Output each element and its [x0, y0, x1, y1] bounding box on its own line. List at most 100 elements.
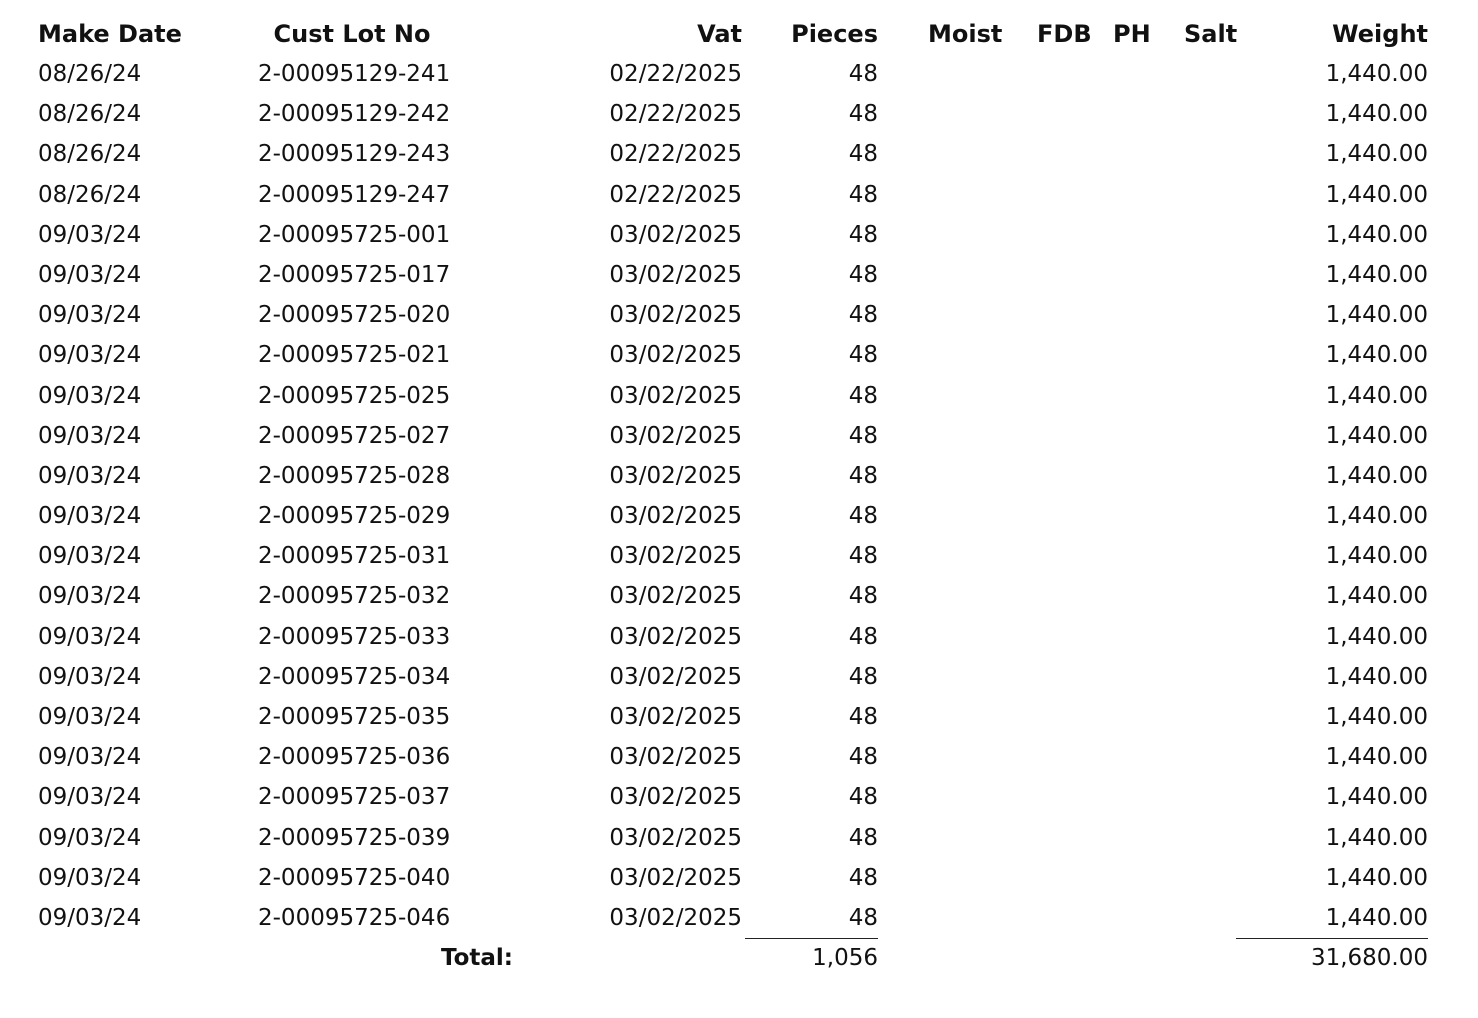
cell-pieces: 48 — [848, 864, 878, 891]
table-row: 09/03/24 2-00095725-039 03/02/2025 48 1,440.… — [0, 820, 1478, 860]
cell-weight: 1,440.00 — [1325, 302, 1428, 329]
cell-pieces: 48 — [848, 342, 878, 369]
cell-cust-lot-no: 2-00095725-037 — [258, 784, 451, 811]
table-row: 09/03/24 2-00095725-025 03/02/2025 48 1,440.… — [0, 378, 1478, 418]
cell-pieces: 48 — [848, 302, 878, 329]
cell-pieces: 48 — [848, 824, 878, 851]
cell-vat: 03/02/2025 — [609, 221, 742, 248]
cell-cust-lot-no: 2-00095725-039 — [258, 824, 451, 851]
cell-make-date: 09/03/24 — [38, 302, 142, 329]
cell-make-date: 09/03/24 — [38, 904, 142, 931]
cell-cust-lot-no: 2-00095129-241 — [258, 61, 451, 87]
column-header-weight: Weight — [1332, 20, 1428, 48]
cell-vat: 03/02/2025 — [609, 302, 742, 329]
cell-pieces: 48 — [848, 543, 878, 570]
cell-pieces: 48 — [848, 101, 878, 128]
table-row: 08/26/24 2-00095129-247 02/22/2025 48 1,440.… — [0, 177, 1478, 217]
column-header-salt: Salt — [1184, 20, 1238, 48]
table-row: 09/03/24 2-00095725-034 03/02/2025 48 1,440.… — [0, 659, 1478, 699]
cell-make-date: 09/03/24 — [38, 744, 142, 771]
cell-weight: 1,440.00 — [1325, 101, 1428, 128]
cell-vat: 03/02/2025 — [609, 904, 742, 931]
cell-cust-lot-no: 2-00095725-025 — [258, 382, 451, 409]
cell-make-date: 09/03/24 — [38, 422, 142, 449]
cell-make-date: 09/03/24 — [38, 503, 142, 530]
table-row: 09/03/24 2-00095725-020 03/02/2025 48 1,440.… — [0, 297, 1478, 337]
cell-vat: 02/22/2025 — [609, 141, 742, 168]
table-row: 08/26/24 2-00095129-243 02/22/2025 48 1,440.… — [0, 136, 1478, 176]
table-row: 09/03/24 2-00095725-037 03/02/2025 48 1,440.… — [0, 779, 1478, 819]
cell-vat: 03/02/2025 — [609, 503, 742, 530]
cell-make-date: 09/03/24 — [38, 583, 142, 610]
cell-weight: 1,440.00 — [1325, 904, 1428, 931]
cell-cust-lot-no: 2-00095725-033 — [258, 623, 451, 650]
cell-vat: 02/22/2025 — [609, 181, 742, 208]
cell-cust-lot-no: 2-00095725-001 — [258, 221, 451, 248]
total-pieces: 1,056 — [812, 945, 878, 971]
table-row: 08/26/24 2-00095129-242 02/22/2025 48 1,440.… — [0, 96, 1478, 136]
cell-weight: 1,440.00 — [1325, 181, 1428, 208]
cell-make-date: 08/26/24 — [38, 101, 142, 128]
cell-vat: 03/02/2025 — [609, 744, 742, 771]
table-header: Make Date Cust Lot No Vat Pieces Moist F… — [0, 16, 1478, 52]
cell-pieces: 48 — [848, 623, 878, 650]
table-row: 09/03/24 2-00095725-017 03/02/2025 48 1,440.… — [0, 257, 1478, 297]
column-header-make-date: Make Date — [38, 20, 182, 48]
cell-cust-lot-no: 2-00095725-020 — [258, 302, 451, 329]
column-header-moist: Moist — [928, 20, 1003, 48]
totals-label: Total: — [440, 945, 513, 971]
cell-make-date: 08/26/24 — [38, 141, 142, 168]
cell-vat: 03/02/2025 — [609, 824, 742, 851]
cell-vat: 03/02/2025 — [609, 864, 742, 891]
table-row: 08/26/24 2-00095129-241 02/22/2025 48 1,440.… — [0, 56, 1478, 96]
cell-pieces: 48 — [848, 221, 878, 248]
column-header-ph: PH — [1113, 20, 1151, 48]
cell-cust-lot-no: 2-00095725-027 — [258, 422, 451, 449]
cell-pieces: 48 — [848, 181, 878, 208]
cell-pieces: 48 — [848, 261, 878, 288]
cell-weight: 1,440.00 — [1325, 503, 1428, 530]
cell-vat: 03/02/2025 — [609, 342, 742, 369]
totals-row: Total: 1,056 31,680.00 — [0, 940, 1478, 978]
cell-cust-lot-no: 2-00095129-243 — [258, 141, 451, 168]
cell-cust-lot-no: 2-00095725-021 — [258, 342, 451, 369]
cell-pieces: 48 — [848, 503, 878, 530]
cell-pieces: 48 — [848, 583, 878, 610]
table-row: 09/03/24 2-00095725-040 03/02/2025 48 1,440.… — [0, 860, 1478, 900]
cell-cust-lot-no: 2-00095725-034 — [258, 663, 451, 690]
cell-cust-lot-no: 2-00095725-040 — [258, 864, 451, 891]
pieces-total-divider — [745, 938, 878, 939]
table-row: 09/03/24 2-00095725-027 03/02/2025 48 1,440.… — [0, 418, 1478, 458]
cell-vat: 03/02/2025 — [609, 543, 742, 570]
cell-pieces: 48 — [848, 904, 878, 931]
table-row: 09/03/24 2-00095725-035 03/02/2025 48 1,440.… — [0, 699, 1478, 739]
cell-vat: 03/02/2025 — [609, 583, 742, 610]
cell-vat: 02/22/2025 — [609, 61, 742, 87]
cell-vat: 03/02/2025 — [609, 462, 742, 489]
cell-make-date: 09/03/24 — [38, 462, 142, 489]
cell-make-date: 09/03/24 — [38, 261, 142, 288]
cell-cust-lot-no: 2-00095725-046 — [258, 904, 451, 931]
cell-cust-lot-no: 2-00095725-017 — [258, 261, 451, 288]
cell-make-date: 09/03/24 — [38, 623, 142, 650]
cell-vat: 03/02/2025 — [609, 382, 742, 409]
cell-vat: 03/02/2025 — [609, 704, 742, 730]
cell-pieces: 48 — [848, 704, 878, 730]
table-row: 09/03/24 2-00095725-028 03/02/2025 48 1,440.… — [0, 458, 1478, 498]
cell-make-date: 08/26/24 — [38, 181, 142, 208]
cell-pieces: 48 — [848, 784, 878, 811]
cell-weight: 1,440.00 — [1325, 261, 1428, 288]
weight-total-divider — [1236, 938, 1428, 939]
table-row: 09/03/24 2-00095725-029 03/02/2025 48 1,440.… — [0, 498, 1478, 538]
cell-make-date: 08/26/24 — [38, 61, 142, 87]
cell-weight: 1,440.00 — [1325, 744, 1428, 771]
cell-vat: 02/22/2025 — [609, 101, 742, 128]
table-row: 09/03/24 2-00095725-046 03/02/2025 48 1,440.… — [0, 900, 1478, 940]
cell-weight: 1,440.00 — [1325, 704, 1428, 730]
cell-weight: 1,440.00 — [1325, 462, 1428, 489]
cell-cust-lot-no: 2-00095725-035 — [258, 704, 451, 730]
cell-cust-lot-no: 2-00095725-032 — [258, 583, 451, 610]
cell-cust-lot-no: 2-00095129-242 — [258, 101, 451, 128]
cell-make-date: 09/03/24 — [38, 663, 142, 690]
cell-cust-lot-no: 2-00095129-247 — [258, 181, 451, 208]
